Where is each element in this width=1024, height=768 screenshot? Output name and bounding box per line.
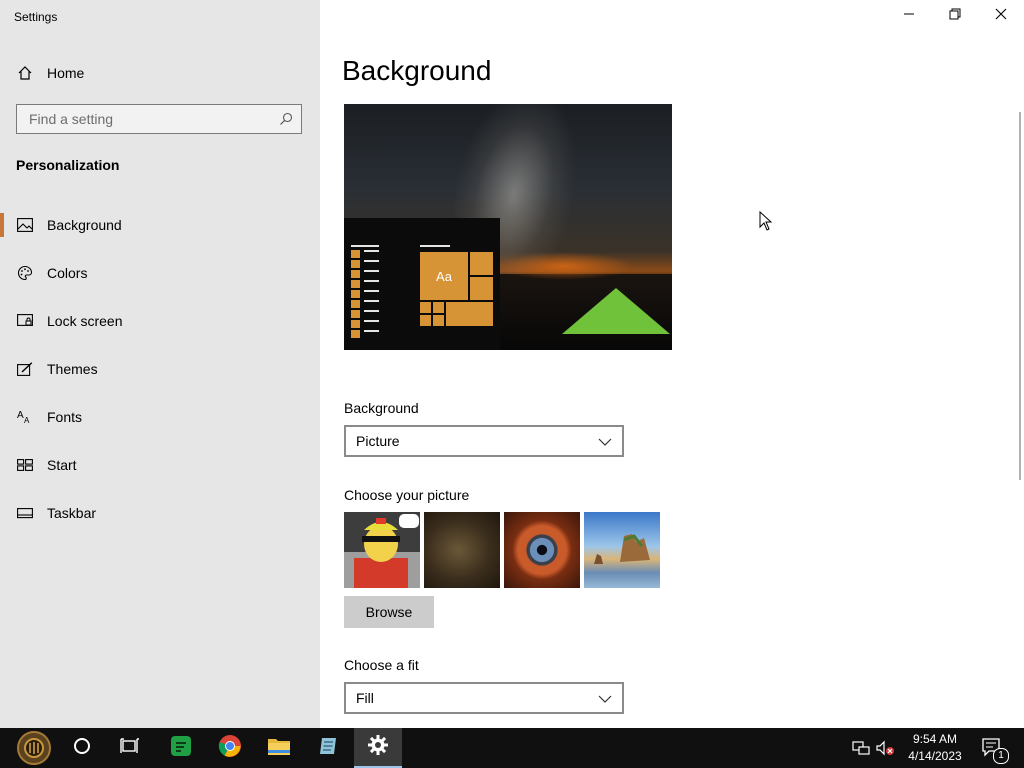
chevron-down-icon bbox=[598, 435, 612, 447]
start-menu-preview: Aa bbox=[344, 218, 500, 350]
mouse-cursor-icon bbox=[759, 210, 773, 236]
network-icon[interactable] bbox=[850, 728, 872, 768]
sidebar-item-label: Colors bbox=[47, 265, 88, 281]
action-center-button[interactable]: 1 bbox=[980, 728, 1009, 768]
sidebar-item-label: Taskbar bbox=[47, 505, 97, 521]
sidebar-item-lock-screen[interactable]: Lock screen bbox=[0, 301, 320, 341]
sidebar-item-label: Fonts bbox=[47, 409, 83, 425]
task-view-icon bbox=[120, 737, 140, 760]
scrollbar[interactable] bbox=[1019, 112, 1021, 480]
background-type-label: Background bbox=[344, 400, 419, 416]
lock-screen-icon bbox=[16, 312, 34, 330]
dropdown-value: Fill bbox=[356, 690, 374, 706]
soldier-thumbnail[interactable] bbox=[424, 512, 500, 588]
notification-badge: 1 bbox=[993, 748, 1009, 764]
background-type-dropdown[interactable]: Picture bbox=[344, 425, 624, 457]
picture-icon bbox=[16, 216, 34, 234]
settings-taskbar-button[interactable] bbox=[354, 728, 402, 768]
start-menu-app-icons bbox=[351, 250, 360, 340]
preview-tile: Aa bbox=[420, 252, 468, 300]
fonts-icon: AA bbox=[16, 408, 34, 426]
start-icon bbox=[16, 456, 34, 474]
sidebar-item-label: Themes bbox=[47, 361, 98, 377]
start-menu-app-lines bbox=[364, 250, 379, 340]
start-button[interactable] bbox=[10, 728, 58, 768]
page-title: Background bbox=[342, 55, 492, 86]
chat-app-icon bbox=[169, 734, 193, 763]
search-icon[interactable] bbox=[279, 112, 293, 126]
minimize-icon bbox=[903, 7, 915, 25]
choose-fit-label: Choose a fit bbox=[344, 657, 419, 673]
sidebar-item-label: Start bbox=[47, 457, 77, 473]
file-explorer-button[interactable] bbox=[255, 728, 303, 768]
volume-muted-icon[interactable] bbox=[874, 728, 896, 768]
app-title: Settings bbox=[14, 10, 58, 24]
notepad-icon bbox=[316, 734, 340, 763]
clock-time: 9:54 AM bbox=[912, 732, 958, 746]
sidebar-item-colors[interactable]: Colors bbox=[0, 253, 320, 293]
clock-date: 4/14/2023 bbox=[908, 749, 962, 763]
folder-icon bbox=[267, 736, 291, 761]
eye-thumbnail[interactable] bbox=[504, 512, 580, 588]
restore-icon bbox=[949, 7, 961, 25]
meme-thumbnail[interactable] bbox=[344, 512, 420, 588]
background-preview: Aa bbox=[344, 104, 672, 350]
sidebar-item-fonts[interactable]: AA Fonts bbox=[0, 397, 320, 437]
sidebar-item-taskbar[interactable]: Taskbar bbox=[0, 493, 320, 533]
green-chat-app[interactable] bbox=[157, 728, 205, 768]
circle-icon bbox=[73, 737, 91, 760]
sidebar-item-label: Background bbox=[47, 217, 122, 233]
svg-text:A: A bbox=[24, 416, 30, 424]
browse-button[interactable]: Browse bbox=[344, 596, 434, 628]
choose-picture-label: Choose your picture bbox=[344, 487, 470, 503]
restore-button[interactable] bbox=[932, 0, 978, 32]
cortana-search[interactable] bbox=[58, 728, 106, 768]
close-icon bbox=[995, 7, 1007, 25]
sidebar-item-background[interactable]: Background bbox=[0, 205, 320, 245]
sidebar-item-label: Lock screen bbox=[47, 313, 123, 329]
search-box[interactable] bbox=[16, 104, 302, 134]
gear-icon bbox=[367, 734, 389, 761]
chrome-icon bbox=[218, 734, 242, 763]
task-view-button[interactable] bbox=[106, 728, 154, 768]
section-title: Personalization bbox=[16, 157, 120, 173]
chevron-down-icon bbox=[598, 692, 612, 704]
sidebar-item-start[interactable]: Start bbox=[0, 445, 320, 485]
home-label: Home bbox=[47, 65, 85, 81]
notepad-app-button[interactable] bbox=[304, 728, 352, 768]
home-nav-item[interactable]: Home bbox=[0, 53, 320, 93]
chrome-button[interactable] bbox=[206, 728, 254, 768]
horizon-glow bbox=[494, 252, 634, 280]
beach-thumbnail[interactable] bbox=[584, 512, 660, 588]
fit-dropdown[interactable]: Fill bbox=[344, 682, 624, 714]
search-input[interactable] bbox=[27, 110, 271, 128]
sidebar-item-themes[interactable]: Themes bbox=[0, 349, 320, 389]
svg-text:A: A bbox=[17, 410, 24, 421]
home-icon bbox=[16, 64, 34, 82]
dropdown-value: Picture bbox=[356, 433, 400, 449]
minimize-button[interactable] bbox=[886, 0, 932, 32]
palette-icon bbox=[16, 264, 34, 282]
clock[interactable]: 9:54 AM 4/14/2023 bbox=[900, 731, 970, 765]
sidebar: Settings Home Personalization Background… bbox=[0, 0, 320, 728]
tent-shape bbox=[562, 288, 670, 334]
close-button[interactable] bbox=[978, 0, 1024, 32]
themes-icon bbox=[16, 360, 34, 378]
taskbar: 9:54 AM 4/14/2023 1 bbox=[0, 728, 1024, 768]
taskbar-icon bbox=[16, 504, 34, 522]
